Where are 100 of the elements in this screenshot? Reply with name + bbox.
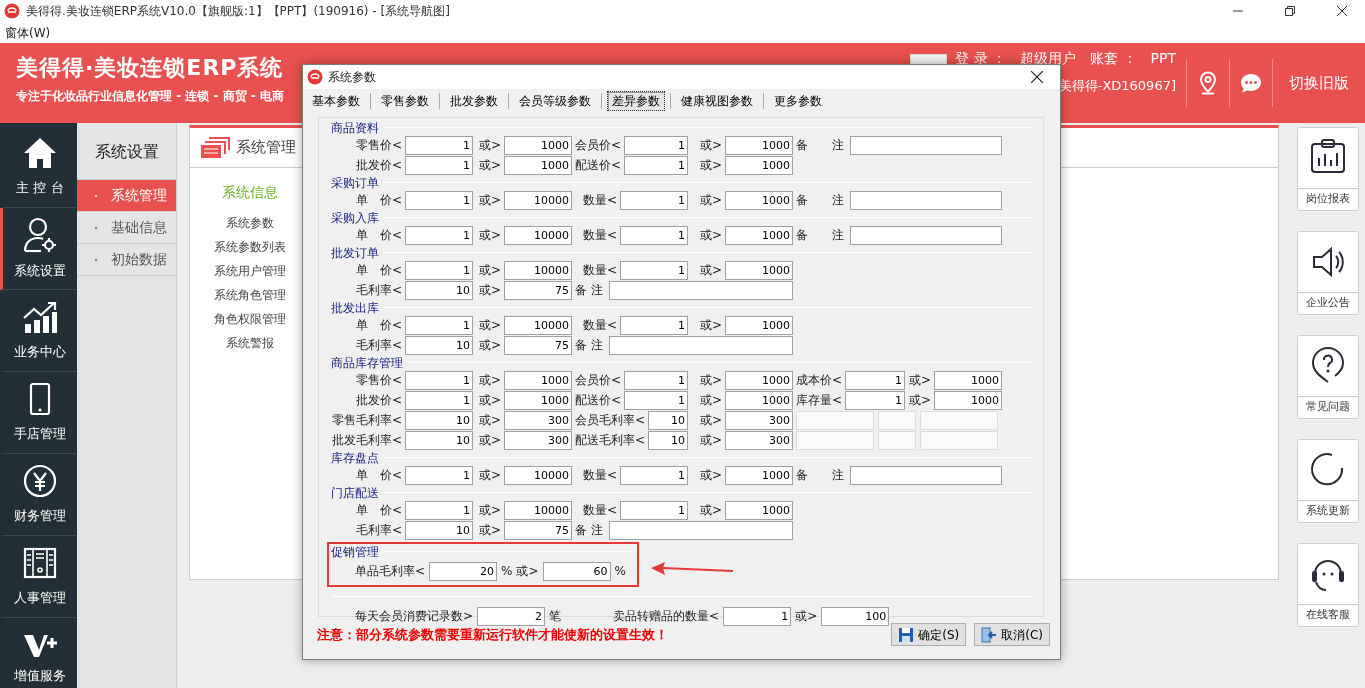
menu-link[interactable]: 角色权限管理 — [214, 307, 286, 331]
input-field[interactable]: 1000 — [725, 225, 793, 245]
input-field[interactable]: 75 — [504, 280, 572, 300]
input-field[interactable]: 1 — [845, 370, 905, 390]
input-field[interactable]: 300 — [504, 410, 572, 430]
menu-link[interactable]: 系统参数列表 — [214, 235, 286, 259]
input-field[interactable]: 1000 — [725, 135, 793, 155]
input-field[interactable]: 1 — [624, 390, 688, 410]
tab[interactable]: 批发参数 — [445, 91, 503, 111]
input-field[interactable]: 1000 — [504, 155, 572, 175]
input-field[interactable] — [878, 410, 916, 430]
input-field[interactable]: 1 — [620, 190, 688, 210]
input-field[interactable] — [920, 410, 998, 430]
input-field[interactable]: 1 — [624, 370, 688, 390]
input-field[interactable]: 1000 — [725, 390, 793, 410]
shortcut-tile[interactable]: 在线客服 — [1296, 543, 1359, 627]
menu-link[interactable]: 系统警报 — [226, 331, 274, 355]
shortcut-tile[interactable]: 常见问题 — [1296, 335, 1359, 419]
input-field[interactable]: 1000 — [504, 390, 572, 410]
dialog-button[interactable]: 确定(S) — [891, 623, 967, 646]
submenu-item[interactable]: 基础信息 — [77, 212, 176, 244]
input-field[interactable]: 10000 — [504, 225, 572, 245]
input-field[interactable] — [920, 430, 998, 450]
input-field[interactable]: 75 — [504, 335, 572, 355]
input-field[interactable]: 75 — [504, 520, 572, 540]
input-field[interactable]: 1 — [620, 500, 688, 520]
input-field[interactable]: 1 — [405, 155, 473, 175]
tab[interactable]: 更多参数 — [769, 91, 827, 111]
menu-item[interactable]: 窗体(W) — [5, 23, 51, 42]
input-field[interactable] — [878, 430, 916, 450]
note-field[interactable] — [850, 135, 1002, 155]
input-field[interactable]: 1 — [405, 390, 473, 410]
input-field[interactable]: 100 — [821, 606, 890, 626]
menu-link[interactable]: 系统用户管理 — [214, 259, 286, 283]
input-field[interactable]: 1 — [723, 606, 792, 626]
input-field[interactable]: 1000 — [725, 260, 793, 280]
input-field[interactable]: 1000 — [725, 370, 793, 390]
shortcut-tile[interactable]: 岗位报表 — [1296, 127, 1359, 211]
input-field[interactable]: 1 — [405, 135, 473, 155]
input-field[interactable]: 1 — [405, 500, 473, 520]
tab[interactable]: 健康视图参数 — [676, 91, 758, 111]
input-field[interactable]: 1 — [405, 225, 473, 245]
input-field[interactable]: 1 — [624, 155, 688, 175]
input-field[interactable]: 1 — [624, 135, 688, 155]
input-field[interactable]: 1000 — [934, 390, 1002, 410]
tab[interactable]: 差异参数 — [607, 91, 665, 111]
input-field[interactable]: 10 — [405, 520, 473, 540]
input-field[interactable]: 20 — [429, 561, 498, 581]
input-field[interactable] — [796, 430, 874, 450]
input-field[interactable]: 300 — [725, 410, 793, 430]
input-field[interactable]: 1000 — [725, 190, 793, 210]
input-field[interactable]: 10000 — [504, 260, 572, 280]
submenu-item[interactable]: 系统管理 — [77, 180, 176, 212]
shortcut-tile[interactable]: 系统更新 — [1296, 439, 1359, 523]
input-field[interactable]: 1000 — [725, 465, 793, 485]
input-field[interactable]: 1 — [620, 260, 688, 280]
input-field[interactable]: 1 — [620, 315, 688, 335]
chat-bubble-icon[interactable] — [1240, 73, 1262, 93]
input-field[interactable]: 1 — [405, 370, 473, 390]
input-field[interactable]: 1000 — [504, 135, 572, 155]
tab[interactable]: 基本参数 — [307, 91, 365, 111]
dialog-button[interactable]: 取消(C) — [974, 623, 1050, 646]
input-field[interactable]: 10 — [405, 430, 473, 450]
input-field[interactable]: 1 — [620, 465, 688, 485]
input-field[interactable]: 10000 — [504, 315, 572, 335]
input-field[interactable]: 10 — [648, 430, 688, 450]
input-field[interactable]: 1000 — [934, 370, 1002, 390]
input-field[interactable]: 1 — [405, 190, 473, 210]
input-field[interactable]: 1000 — [725, 155, 793, 175]
shortcut-tile[interactable]: 企业公告 — [1296, 231, 1359, 315]
note-field[interactable] — [608, 335, 793, 355]
input-field[interactable]: 10 — [405, 335, 473, 355]
tab[interactable]: 会员等级参数 — [514, 91, 596, 111]
menu-link[interactable]: 系统参数 — [226, 211, 274, 235]
input-field[interactable]: 1 — [845, 390, 905, 410]
input-field[interactable]: 10000 — [504, 190, 572, 210]
input-field[interactable]: 10 — [648, 410, 688, 430]
note-field[interactable] — [850, 190, 1002, 210]
menu-link[interactable]: 系统角色管理 — [214, 283, 286, 307]
input-field[interactable] — [796, 410, 874, 430]
note-field[interactable] — [850, 465, 1002, 485]
switch-version-link[interactable]: 切换旧版 — [1273, 43, 1365, 123]
note-field[interactable] — [850, 225, 1002, 245]
input-field[interactable]: 1000 — [725, 500, 793, 520]
location-pin-icon[interactable] — [1199, 71, 1217, 95]
input-field[interactable]: 10000 — [504, 465, 572, 485]
input-field[interactable]: 60 — [542, 561, 611, 581]
input-field[interactable]: 2 — [477, 606, 546, 626]
tab[interactable]: 零售参数 — [376, 91, 434, 111]
input-field[interactable]: 10 — [405, 280, 473, 300]
input-field[interactable]: 300 — [725, 430, 793, 450]
note-field[interactable] — [608, 520, 793, 540]
input-field[interactable]: 10 — [405, 410, 473, 430]
input-field[interactable]: 10000 — [504, 500, 572, 520]
input-field[interactable]: 1 — [620, 225, 688, 245]
input-field[interactable]: 1 — [405, 315, 473, 335]
submenu-item[interactable]: 初始数据 — [77, 244, 176, 276]
input-field[interactable]: 1000 — [725, 315, 793, 335]
input-field[interactable]: 1000 — [504, 370, 572, 390]
input-field[interactable]: 300 — [504, 430, 572, 450]
